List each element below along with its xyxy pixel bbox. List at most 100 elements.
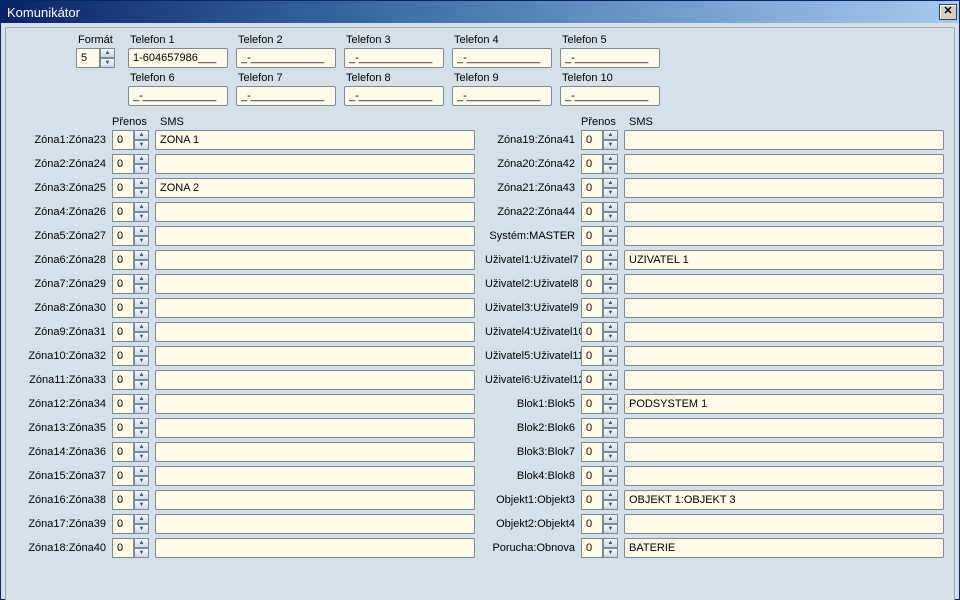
sms-input[interactable] <box>624 370 944 390</box>
telefon-input-3[interactable] <box>344 48 444 68</box>
right-prenos-15-value[interactable] <box>581 490 603 510</box>
right-prenos-6-down[interactable]: ▼ <box>603 284 618 294</box>
format-down[interactable]: ▼ <box>100 58 115 68</box>
right-prenos-16-value[interactable] <box>581 514 603 534</box>
sms-input[interactable] <box>624 490 944 510</box>
left-prenos-13-up[interactable]: ▲ <box>134 442 149 452</box>
right-prenos-12-stepper[interactable]: ▲ ▼ <box>581 418 618 438</box>
left-prenos-14-down[interactable]: ▼ <box>134 476 149 486</box>
right-prenos-1-value[interactable] <box>581 154 603 174</box>
right-prenos-7-down[interactable]: ▼ <box>603 308 618 318</box>
right-prenos-0-value[interactable] <box>581 130 603 150</box>
right-prenos-1-down[interactable]: ▼ <box>603 164 618 174</box>
right-prenos-2-down[interactable]: ▼ <box>603 188 618 198</box>
right-prenos-5-down[interactable]: ▼ <box>603 260 618 270</box>
right-prenos-11-up[interactable]: ▲ <box>603 394 618 404</box>
left-prenos-17-stepper[interactable]: ▲ ▼ <box>112 538 149 558</box>
right-prenos-0-up[interactable]: ▲ <box>603 130 618 140</box>
sms-input[interactable] <box>624 250 944 270</box>
right-prenos-7-up[interactable]: ▲ <box>603 298 618 308</box>
left-prenos-1-up[interactable]: ▲ <box>134 154 149 164</box>
sms-input[interactable] <box>155 490 475 510</box>
right-prenos-10-stepper[interactable]: ▲ ▼ <box>581 370 618 390</box>
right-prenos-2-value[interactable] <box>581 178 603 198</box>
left-prenos-0-stepper[interactable]: ▲ ▼ <box>112 130 149 150</box>
sms-input[interactable] <box>155 514 475 534</box>
sms-input[interactable] <box>624 466 944 486</box>
right-prenos-11-down[interactable]: ▼ <box>603 404 618 414</box>
right-prenos-14-stepper[interactable]: ▲ ▼ <box>581 466 618 486</box>
sms-input[interactable] <box>624 514 944 534</box>
left-prenos-2-down[interactable]: ▼ <box>134 188 149 198</box>
telefon-input-8[interactable] <box>344 86 444 106</box>
left-prenos-6-down[interactable]: ▼ <box>134 284 149 294</box>
right-prenos-13-up[interactable]: ▲ <box>603 442 618 452</box>
left-prenos-13-stepper[interactable]: ▲ ▼ <box>112 442 149 462</box>
left-prenos-7-stepper[interactable]: ▲ ▼ <box>112 298 149 318</box>
left-prenos-5-stepper[interactable]: ▲ ▼ <box>112 250 149 270</box>
right-prenos-13-stepper[interactable]: ▲ ▼ <box>581 442 618 462</box>
sms-input[interactable] <box>624 442 944 462</box>
sms-input[interactable] <box>155 394 475 414</box>
right-prenos-2-stepper[interactable]: ▲ ▼ <box>581 178 618 198</box>
left-prenos-6-up[interactable]: ▲ <box>134 274 149 284</box>
close-button[interactable]: ✕ <box>939 4 957 20</box>
right-prenos-8-stepper[interactable]: ▲ ▼ <box>581 322 618 342</box>
left-prenos-4-up[interactable]: ▲ <box>134 226 149 236</box>
right-prenos-9-down[interactable]: ▼ <box>603 356 618 366</box>
right-prenos-5-stepper[interactable]: ▲ ▼ <box>581 250 618 270</box>
left-prenos-2-value[interactable] <box>112 178 134 198</box>
left-prenos-10-up[interactable]: ▲ <box>134 370 149 380</box>
right-prenos-4-value[interactable] <box>581 226 603 246</box>
telefon-input-4[interactable] <box>452 48 552 68</box>
right-prenos-8-up[interactable]: ▲ <box>603 322 618 332</box>
right-prenos-14-up[interactable]: ▲ <box>603 466 618 476</box>
left-prenos-14-value[interactable] <box>112 466 134 486</box>
left-prenos-9-down[interactable]: ▼ <box>134 356 149 366</box>
right-prenos-6-stepper[interactable]: ▲ ▼ <box>581 274 618 294</box>
left-prenos-14-stepper[interactable]: ▲ ▼ <box>112 466 149 486</box>
left-prenos-3-value[interactable] <box>112 202 134 222</box>
right-prenos-4-down[interactable]: ▼ <box>603 236 618 246</box>
left-prenos-7-up[interactable]: ▲ <box>134 298 149 308</box>
telefon-input-6[interactable] <box>128 86 228 106</box>
right-prenos-12-up[interactable]: ▲ <box>603 418 618 428</box>
left-prenos-1-value[interactable] <box>112 154 134 174</box>
sms-input[interactable] <box>155 274 475 294</box>
left-prenos-12-value[interactable] <box>112 418 134 438</box>
right-prenos-3-up[interactable]: ▲ <box>603 202 618 212</box>
left-prenos-13-down[interactable]: ▼ <box>134 452 149 462</box>
right-prenos-16-up[interactable]: ▲ <box>603 514 618 524</box>
left-prenos-12-stepper[interactable]: ▲ ▼ <box>112 418 149 438</box>
sms-input[interactable] <box>155 130 475 150</box>
right-prenos-12-down[interactable]: ▼ <box>603 428 618 438</box>
left-prenos-6-value[interactable] <box>112 274 134 294</box>
sms-input[interactable] <box>624 418 944 438</box>
sms-input[interactable] <box>155 298 475 318</box>
left-prenos-5-up[interactable]: ▲ <box>134 250 149 260</box>
right-prenos-8-down[interactable]: ▼ <box>603 332 618 342</box>
left-prenos-2-up[interactable]: ▲ <box>134 178 149 188</box>
right-prenos-17-value[interactable] <box>581 538 603 558</box>
sms-input[interactable] <box>155 466 475 486</box>
right-prenos-14-down[interactable]: ▼ <box>603 476 618 486</box>
left-prenos-16-down[interactable]: ▼ <box>134 524 149 534</box>
left-prenos-7-down[interactable]: ▼ <box>134 308 149 318</box>
sms-input[interactable] <box>155 226 475 246</box>
left-prenos-4-value[interactable] <box>112 226 134 246</box>
right-prenos-1-up[interactable]: ▲ <box>603 154 618 164</box>
left-prenos-11-down[interactable]: ▼ <box>134 404 149 414</box>
sms-input[interactable] <box>624 130 944 150</box>
sms-input[interactable] <box>624 538 944 558</box>
right-prenos-3-value[interactable] <box>581 202 603 222</box>
left-prenos-17-up[interactable]: ▲ <box>134 538 149 548</box>
left-prenos-12-down[interactable]: ▼ <box>134 428 149 438</box>
right-prenos-3-stepper[interactable]: ▲ ▼ <box>581 202 618 222</box>
right-prenos-10-down[interactable]: ▼ <box>603 380 618 390</box>
left-prenos-9-value[interactable] <box>112 346 134 366</box>
right-prenos-11-stepper[interactable]: ▲ ▼ <box>581 394 618 414</box>
left-prenos-9-up[interactable]: ▲ <box>134 346 149 356</box>
left-prenos-0-value[interactable] <box>112 130 134 150</box>
left-prenos-15-stepper[interactable]: ▲ ▼ <box>112 490 149 510</box>
telefon-input-10[interactable] <box>560 86 660 106</box>
